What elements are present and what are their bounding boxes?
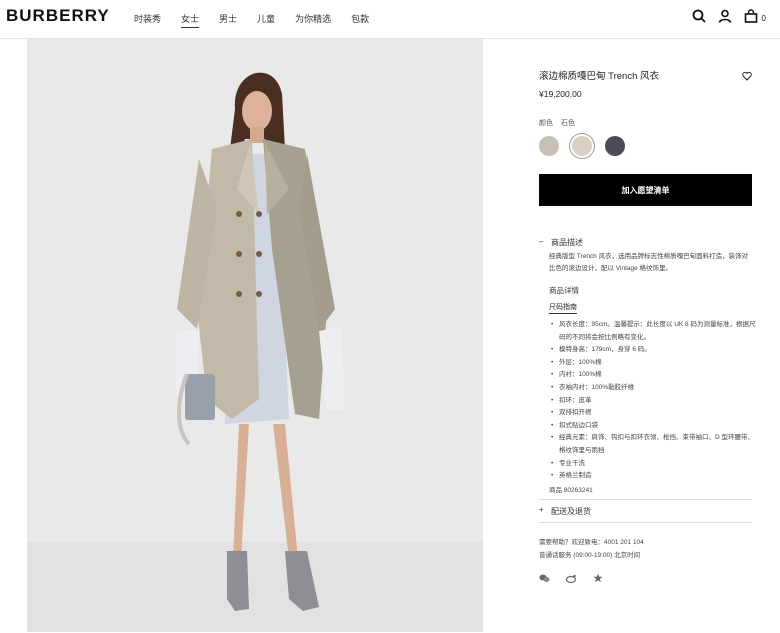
selected-color: 石色 <box>560 120 575 127</box>
search-icon[interactable] <box>692 9 706 23</box>
add-to-wishlist-button[interactable]: 加入愿望清单 <box>539 174 752 206</box>
color-label: 颜色 <box>539 120 553 127</box>
nav-item-children[interactable]: 儿童 <box>257 12 275 28</box>
list-item: 内衬：100%棉 <box>549 369 759 382</box>
color-swatch-stone[interactable] <box>572 136 592 156</box>
nav-item-runway[interactable]: 时装秀 <box>134 12 161 28</box>
top-header: BURBERRY 时装秀 女士 男士 儿童 为你精选 包款 0 <box>0 0 780 39</box>
bag-icon[interactable] <box>744 9 758 23</box>
list-item: 衣袖内衬：100%黏胶纤维 <box>549 382 759 395</box>
wechat-icon[interactable] <box>539 570 550 588</box>
list-item: 双排扣开襟 <box>549 407 759 420</box>
main-nav: 时装秀 女士 男士 儿童 为你精选 包款 <box>134 12 389 28</box>
spec-list: 风衣长度：95cm。温馨提示：此长度以 UK 8 码为测量标准，根据尺码的不同将… <box>549 319 759 483</box>
divider <box>539 522 752 523</box>
list-item: 专业干洗 <box>549 458 759 471</box>
list-item: 模特身高：179cm，身穿 6 码。 <box>549 344 759 357</box>
divider <box>539 499 752 500</box>
list-item: 英格兰制造 <box>549 470 759 483</box>
list-item: 扣式贴边口袋 <box>549 420 759 433</box>
brand-logo[interactable]: BURBERRY <box>6 6 110 26</box>
section-heading-description[interactable]: 商品描述 <box>551 237 583 248</box>
size-guide-link[interactable]: 尺码指南 <box>549 302 577 314</box>
bag-count: 0 <box>761 13 766 23</box>
product-price: ¥19,200.00 <box>539 89 582 99</box>
product-code: 商品 80263241 <box>549 487 593 494</box>
list-item: 扣环：皮革 <box>549 395 759 408</box>
nav-item-men[interactable]: 男士 <box>219 12 237 28</box>
list-item: 风衣长度：95cm。温馨提示：此长度以 UK 8 码为测量标准，根据尺码的不同将… <box>549 319 759 344</box>
weibo-icon[interactable] <box>565 570 577 588</box>
collapse-icon[interactable]: – <box>539 237 543 246</box>
product-description: 经典版型 Trench 风衣，选用品牌标志性棉质嘎巴甸面料打造，装饰对比色的滚边… <box>549 253 749 272</box>
list-item: 外层：100%棉 <box>549 357 759 370</box>
share-icons <box>539 570 603 588</box>
star-icon[interactable] <box>593 570 603 588</box>
color-swatch-sand[interactable] <box>539 136 559 156</box>
expand-icon[interactable]: + <box>539 505 544 514</box>
help-phone: 需要帮助？欢迎致电：4001 201 104 <box>539 539 644 546</box>
nav-item-bags[interactable]: 包款 <box>351 12 369 28</box>
product-title: 滚边棉质嘎巴甸 Trench 风衣 <box>539 71 659 82</box>
wishlist-heart-icon[interactable] <box>742 68 752 86</box>
list-item: 经典元素：肩饰、钩扣与扣环衣领、枪挡、束带袖口、D 型环腰带、格纹饰里与雨挡 <box>549 432 759 457</box>
help-hours: 普通话服务 (09:00-19:00) 北京时间 <box>539 552 641 559</box>
details-heading: 商品详情 <box>549 286 579 295</box>
product-image[interactable] <box>27 39 483 632</box>
nav-item-women[interactable]: 女士 <box>181 12 200 28</box>
account-icon[interactable] <box>718 9 732 23</box>
section-heading-shipping[interactable]: 配送及退货 <box>551 506 591 517</box>
nav-item-gifts[interactable]: 为你精选 <box>295 12 331 28</box>
color-swatch-navy[interactable] <box>605 136 625 156</box>
